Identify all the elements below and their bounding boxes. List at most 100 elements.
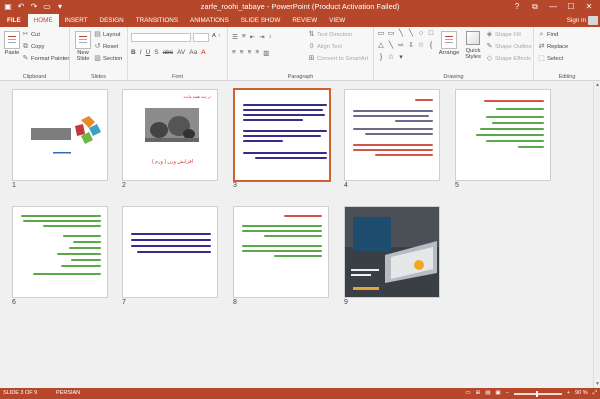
decrease-indent-icon[interactable]: ⇤ <box>250 33 255 41</box>
slide-sorter-view-icon[interactable]: ⊞ <box>476 388 481 399</box>
arrow-shape-icon[interactable]: ⇨ <box>397 42 405 52</box>
rectangle-shape-icon[interactable]: ▭ <box>387 30 395 40</box>
reading-view-icon[interactable]: ▤ <box>485 388 490 399</box>
format-painter-button[interactable]: ✎ Format Painter <box>22 55 70 62</box>
slideshow-icon[interactable]: ▭ <box>42 2 52 12</box>
tab-slide-show[interactable]: SLIDE SHOW <box>235 14 287 27</box>
slide-number: 4 <box>344 182 348 189</box>
slide-thumbnail-8[interactable] <box>233 206 329 298</box>
line-shape-icon[interactable]: ╲ <box>407 30 415 40</box>
zoom-level[interactable]: 90 % <box>575 388 588 399</box>
scroll-down-icon[interactable]: ▼ <box>594 381 600 388</box>
tab-insert[interactable]: INSERT <box>59 14 94 27</box>
font-name-combo[interactable] <box>131 33 191 42</box>
italic-button[interactable]: I <box>140 49 142 56</box>
slide-thumbnail-2[interactable]: در چند هفته مانده افزایش وزن ( ورم ) <box>122 89 218 181</box>
shadow-button[interactable]: S <box>154 49 158 56</box>
font-color-button[interactable]: A <box>201 49 205 56</box>
find-button[interactable]: ⌕ Find <box>538 31 559 38</box>
new-slide-button[interactable]: New Slide <box>73 31 93 62</box>
align-center-icon[interactable]: ≡ <box>240 49 244 57</box>
columns-icon[interactable]: ▥ <box>263 49 269 57</box>
square-shape-icon[interactable]: □ <box>427 30 435 40</box>
convert-smartart-button[interactable]: ⊞ Convert to SmartArt <box>308 55 369 62</box>
close-icon[interactable]: ✕ <box>580 0 598 14</box>
vertical-scrollbar[interactable]: ▲ ▼ <box>593 82 600 388</box>
rectangle-shape-icon[interactable]: ▭ <box>377 30 385 40</box>
sign-in-link[interactable]: Sign in <box>567 14 586 27</box>
tab-transitions[interactable]: TRANSITIONS <box>130 14 184 27</box>
text-direction-button[interactable]: ⇅ Text Direction <box>308 31 353 38</box>
shape-outline-button[interactable]: ✎ Shape Outline <box>486 43 532 50</box>
replace-button[interactable]: ⇄ Replace <box>538 43 569 50</box>
brace-shape-icon[interactable]: { <box>427 42 435 52</box>
slide-thumbnail-5[interactable] <box>455 89 551 181</box>
cut-button[interactable]: ✂ Cut <box>22 31 40 38</box>
quick-styles-button[interactable]: Quick Styles <box>462 31 484 60</box>
select-button[interactable]: ⬚ Select <box>538 55 563 62</box>
shapes-gallery[interactable]: ▭ ▭ ╲ ╲ ○ □ △ ╲ ⇨ ⇩ ☆ { } ☆ ▾ <box>377 30 437 64</box>
slide-thumbnail-7[interactable] <box>122 206 218 298</box>
scroll-up-icon[interactable]: ▲ <box>594 82 600 89</box>
bold-button[interactable]: B <box>131 49 136 56</box>
tab-animations[interactable]: ANIMATIONS <box>184 14 235 27</box>
justify-icon[interactable]: ≡ <box>255 49 259 57</box>
language-status[interactable]: PERSIAN <box>56 388 80 399</box>
change-case-button[interactable]: Aa <box>189 49 197 56</box>
star-shape-icon[interactable]: ☆ <box>387 54 395 64</box>
increase-indent-icon[interactable]: ⇥ <box>259 33 264 41</box>
slide-thumbnail-4[interactable] <box>344 89 440 181</box>
slide-thumbnail-6[interactable] <box>12 206 108 298</box>
slide-thumbnail-3[interactable] <box>233 88 331 182</box>
slide-thumbnail-1[interactable] <box>12 89 108 181</box>
shape-fill-button[interactable]: ◈ Shape Fill <box>486 31 521 38</box>
more-shapes-icon[interactable]: ▾ <box>397 54 405 64</box>
zoom-out-icon[interactable]: − <box>506 388 509 399</box>
section-button[interactable]: ▥ Section <box>94 55 122 62</box>
grow-font-icon[interactable]: A ↑ <box>212 33 220 39</box>
help-icon[interactable]: ? <box>508 0 526 14</box>
brace-shape-icon[interactable]: } <box>377 54 385 64</box>
paste-button[interactable]: Paste <box>3 31 21 56</box>
maximize-icon[interactable]: ☐ <box>562 0 580 14</box>
tab-file[interactable]: FILE <box>0 14 28 27</box>
redo-icon[interactable]: ↷ <box>29 2 39 12</box>
tab-home[interactable]: HOME <box>27 14 59 27</box>
slideshow-view-icon[interactable]: ▣ <box>495 388 500 399</box>
tab-view[interactable]: VIEW <box>323 14 351 27</box>
tab-design[interactable]: DESIGN <box>94 14 130 27</box>
line-shape-icon[interactable]: ╲ <box>387 42 395 52</box>
avatar[interactable] <box>588 16 598 25</box>
bullets-icon[interactable]: ☰ <box>232 33 238 41</box>
copy-button[interactable]: ⧉ Copy <box>22 43 45 50</box>
strikethrough-button[interactable]: abc <box>163 49 173 56</box>
zoom-slider[interactable] <box>513 390 562 397</box>
zoom-in-icon[interactable]: + <box>567 388 570 399</box>
arrow-shape-icon[interactable]: ⇩ <box>407 42 415 52</box>
ribbon-display-icon[interactable]: ⧉ <box>526 0 544 14</box>
line-spacing-icon[interactable]: ↕ <box>269 33 272 41</box>
char-spacing-button[interactable]: AV <box>177 49 185 56</box>
shape-effects-button[interactable]: ◇ Shape Effects <box>486 55 531 62</box>
customize-icon[interactable]: ▾ <box>55 2 65 12</box>
font-size-combo[interactable] <box>193 33 209 42</box>
tab-review[interactable]: REVIEW <box>286 14 323 27</box>
align-right-icon[interactable]: ≡ <box>248 49 252 57</box>
slide-thumbnail-9[interactable] <box>344 206 440 298</box>
reset-button[interactable]: ↺ Reset <box>94 43 119 50</box>
normal-view-icon[interactable]: ▭ <box>465 388 470 399</box>
oval-shape-icon[interactable]: ○ <box>417 30 425 40</box>
arrange-button[interactable]: Arrange <box>438 31 460 56</box>
underline-button[interactable]: U <box>146 49 151 56</box>
undo-icon[interactable]: ↶ <box>16 2 26 12</box>
layout-button[interactable]: ▤ Layout <box>94 31 120 38</box>
triangle-shape-icon[interactable]: △ <box>377 42 385 52</box>
star-shape-icon[interactable]: ☆ <box>417 42 425 52</box>
align-left-icon[interactable]: ≡ <box>232 49 236 57</box>
minimize-icon[interactable]: — <box>544 0 562 14</box>
line-shape-icon[interactable]: ╲ <box>397 30 405 40</box>
save-icon[interactable]: ▣ <box>3 2 13 12</box>
align-text-button[interactable]: ⇳ Align Text <box>308 43 342 50</box>
numbering-icon[interactable]: ≡ <box>242 33 246 41</box>
fit-to-window-icon[interactable]: ⤢ <box>593 388 597 399</box>
